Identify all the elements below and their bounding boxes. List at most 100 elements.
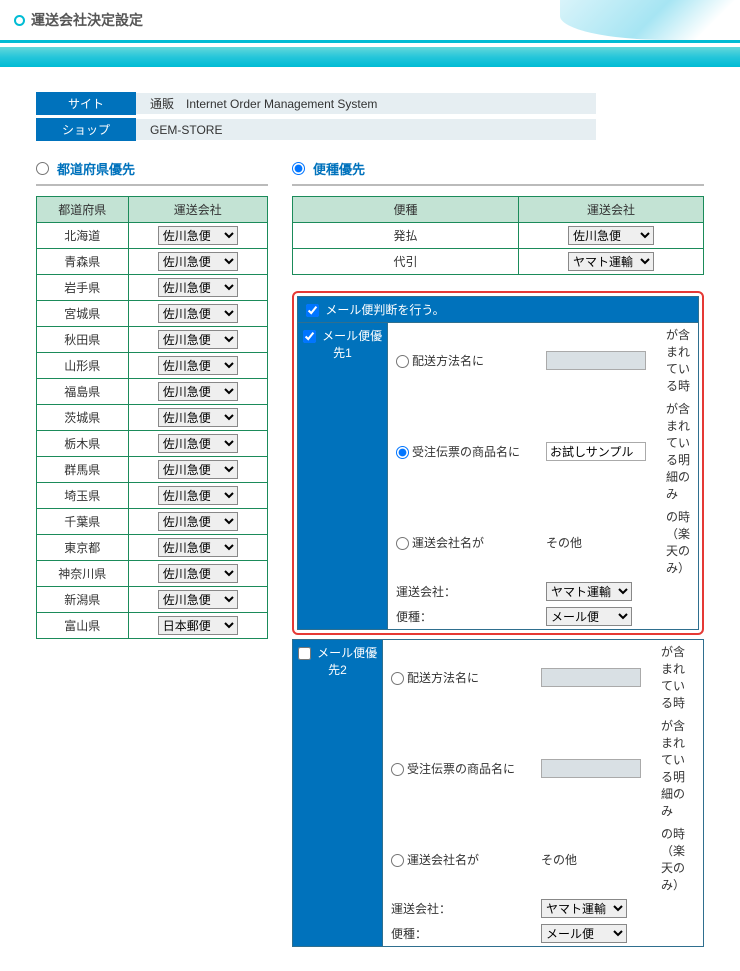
pref-carrier-select[interactable]: 佐川急便 <box>158 330 238 349</box>
label-shipping-name-1: 配送方法名に <box>412 354 484 368</box>
pref-carrier-select[interactable]: 佐川急便 <box>158 512 238 531</box>
pref-carrier-select[interactable]: 佐川急便 <box>158 408 238 427</box>
pref-cell: 宮城県 <box>37 301 129 327</box>
section-type-priority[interactable]: 便種優先 <box>292 159 704 186</box>
mail-rule-highlight-box: メール便判断を行う。 メール便優先1 配送方法名に <box>292 291 704 635</box>
radio-product-name-2[interactable] <box>391 763 404 776</box>
mail-flag-row[interactable]: メール便判断を行う。 <box>298 297 699 323</box>
table-row: 茨城県 佐川急便 <box>37 405 268 431</box>
mail-priority2-checkbox[interactable] <box>298 647 311 660</box>
pref-cell: 埼玉県 <box>37 483 129 509</box>
table-row: 埼玉県 佐川急便 <box>37 483 268 509</box>
pref-cell: 北海道 <box>37 223 129 249</box>
page-title: 運送会社決定設定 <box>31 10 143 30</box>
pref-cell: 福島県 <box>37 379 129 405</box>
mail-priority1-cell[interactable]: メール便優先1 <box>298 323 388 630</box>
meta-shop-row: ショップ GEM-STORE <box>36 118 704 141</box>
mail-priority1-checkbox[interactable] <box>303 330 316 343</box>
pref-carrier-select[interactable]: 佐川急便 <box>158 486 238 505</box>
pref-carrier-select[interactable]: 佐川急便 <box>158 564 238 583</box>
label-type-2: 便種： <box>383 921 533 946</box>
carrier-select-1[interactable]: ヤマト運輸 <box>546 582 632 601</box>
label-carrier-1: 運送会社： <box>388 579 538 604</box>
radio-prefecture-priority[interactable] <box>36 162 49 175</box>
radio-shipping-name-1[interactable] <box>396 355 409 368</box>
pref-carrier-select[interactable]: 佐川急便 <box>158 278 238 297</box>
pref-carrier-select[interactable]: 佐川急便 <box>158 434 238 453</box>
label-type-1: 便種： <box>388 604 538 629</box>
pref-carrier-header: 運送会社 <box>128 197 268 223</box>
header-bullet-icon <box>14 15 25 26</box>
pref-carrier-select[interactable]: 佐川急便 <box>158 356 238 375</box>
mail-judge-checkbox[interactable] <box>306 304 319 317</box>
pref-header: 都道府県 <box>37 197 129 223</box>
label-shipping-name-2: 配送方法名に <box>407 671 479 685</box>
pref-carrier-select[interactable]: 佐川急便 <box>158 460 238 479</box>
radio-type-priority[interactable] <box>292 162 305 175</box>
label-other-1: その他 <box>538 505 658 579</box>
pref-cell: 東京都 <box>37 535 129 561</box>
product-name-input-2 <box>541 759 641 778</box>
shipping-name-input-2 <box>541 668 641 687</box>
pref-carrier-select[interactable]: 佐川急便 <box>158 252 238 271</box>
pref-cell: 新潟県 <box>37 587 129 613</box>
table-row: 東京都 佐川急便 <box>37 535 268 561</box>
section-prefecture-priority[interactable]: 都道府県優先 <box>36 159 268 186</box>
meta-site-row: サイト 通販 Internet Order Management System <box>36 92 704 115</box>
pref-cell: 群馬県 <box>37 457 129 483</box>
type-header: 便種 <box>293 197 519 223</box>
table-row: 青森県 佐川急便 <box>37 249 268 275</box>
pref-cell: 茨城県 <box>37 405 129 431</box>
meta-shop-label: ショップ <box>36 118 136 141</box>
shipping-name-input-1 <box>546 351 646 370</box>
radio-product-name-1[interactable] <box>396 446 409 459</box>
pref-carrier-select[interactable]: 佐川急便 <box>158 538 238 557</box>
mail-rules-table-1: メール便判断を行う。 メール便優先1 配送方法名に <box>297 296 699 630</box>
label-prefecture-priority: 都道府県優先 <box>57 159 135 178</box>
pref-cell: 山形県 <box>37 353 129 379</box>
pref-carrier-select[interactable]: 佐川急便 <box>158 304 238 323</box>
mail-priority2-cell[interactable]: メール便優先2 <box>293 640 383 947</box>
prefecture-table: 都道府県 運送会社 北海道佐川急便青森県佐川急便岩手県佐川急便宮城県佐川急便秋田… <box>36 196 268 639</box>
pref-cell: 岩手県 <box>37 275 129 301</box>
table-row: 福島県 佐川急便 <box>37 379 268 405</box>
radio-company-name-2[interactable] <box>391 854 404 867</box>
pref-carrier-select[interactable]: 佐川急便 <box>158 382 238 401</box>
product-name-input-1[interactable] <box>546 442 646 461</box>
carrier-select-2[interactable]: ヤマト運輸 <box>541 899 627 918</box>
table-row: 神奈川県 佐川急便 <box>37 561 268 587</box>
type-carrier-header: 運送会社 <box>519 197 704 223</box>
table-row: 宮城県 佐川急便 <box>37 301 268 327</box>
mail-judge-label: メール便判断を行う。 <box>325 303 444 317</box>
label-company-name-2: 運送会社名が <box>407 853 479 867</box>
label-contains-detail-2: が含まれている明細のみ <box>653 714 703 822</box>
label-company-name-1: 運送会社名が <box>412 536 484 550</box>
type-cell: 発払 <box>293 223 519 249</box>
table-row: 秋田県佐川急便 <box>37 327 268 353</box>
type-select-2[interactable]: メール便 <box>541 924 627 943</box>
pref-cell: 神奈川県 <box>37 561 129 587</box>
table-row: 山形県 佐川急便 <box>37 353 268 379</box>
label-product-name-2: 受注伝票の商品名に <box>407 762 515 776</box>
type-carrier-select[interactable]: ヤマト運輸 <box>568 252 654 271</box>
table-row: 代引 ヤマト運輸 <box>293 249 704 275</box>
radio-shipping-name-2[interactable] <box>391 672 404 685</box>
type-select-1[interactable]: メール便 <box>546 607 632 626</box>
label-when-rakuten-1: の時（楽天のみ） <box>658 505 698 579</box>
pref-carrier-select[interactable]: 佐川急便 <box>158 226 238 245</box>
pref-cell: 富山県 <box>37 613 129 639</box>
table-row: 岩手県 佐川急便 <box>37 275 268 301</box>
label-carrier-2: 運送会社： <box>383 896 533 921</box>
table-row: 新潟県 佐川急便 <box>37 587 268 613</box>
radio-company-name-1[interactable] <box>396 537 409 550</box>
table-row: 富山県 日本郵便 <box>37 613 268 639</box>
mail-priority1-label: メール便優先1 <box>322 329 382 360</box>
type-table: 便種 運送会社 発払 佐川急便代引 ヤマト運輸 <box>292 196 704 275</box>
pref-carrier-select[interactable]: 佐川急便 <box>158 590 238 609</box>
mail-priority2-label: メール便優先2 <box>317 646 377 677</box>
pref-cell: 青森県 <box>37 249 129 275</box>
label-contains-when-1: が含まれている時 <box>658 323 698 397</box>
type-carrier-select[interactable]: 佐川急便 <box>568 226 654 245</box>
type-cell: 代引 <box>293 249 519 275</box>
pref-carrier-select[interactable]: 日本郵便 <box>158 616 238 635</box>
